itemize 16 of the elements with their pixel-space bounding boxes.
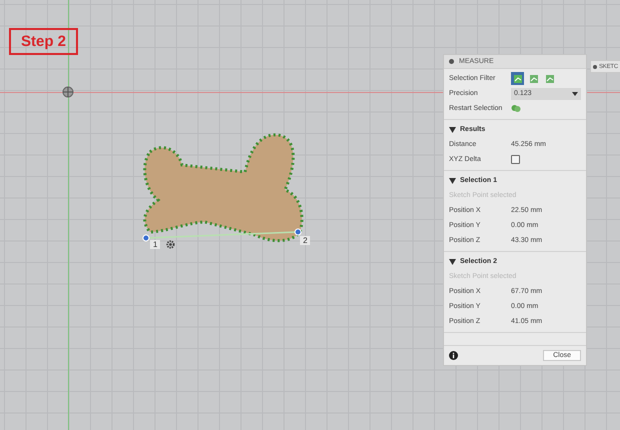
point-label: 2 bbox=[300, 236, 310, 245]
collapse-triangle-icon[interactable] bbox=[449, 126, 456, 132]
collapse-triangle-icon[interactable] bbox=[449, 178, 456, 184]
panel-grip-icon[interactable] bbox=[449, 59, 454, 64]
origin-icon bbox=[62, 86, 74, 98]
selection-filter-button[interactable] bbox=[511, 72, 524, 85]
point-label: 1 bbox=[150, 240, 160, 249]
step-label: Step 2 bbox=[9, 28, 78, 55]
restart-selection-icon[interactable] bbox=[511, 104, 521, 113]
collapse-triangle-icon[interactable] bbox=[449, 258, 456, 264]
checkbox[interactable] bbox=[511, 155, 520, 164]
gear-icon[interactable] bbox=[165, 239, 176, 250]
info-icon[interactable] bbox=[449, 351, 458, 360]
panel-grip-icon[interactable] bbox=[593, 64, 597, 68]
point-marker[interactable] bbox=[142, 234, 150, 242]
point-marker[interactable] bbox=[294, 228, 302, 236]
